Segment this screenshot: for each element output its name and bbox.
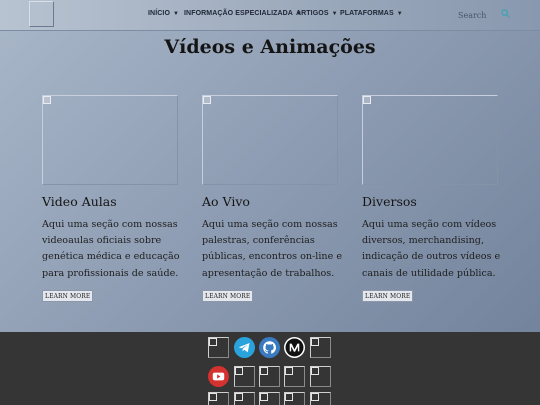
site-logo[interactable] — [29, 1, 54, 27]
nav-item-label: PLATAFORMAS — [340, 10, 394, 17]
broken-image-icon — [363, 96, 371, 104]
chevron-down-icon: ▼ — [173, 11, 180, 17]
card-video-aulas: Video Aulas Aqui uma seção com nossas vi… — [42, 95, 192, 302]
social-link-image[interactable] — [259, 392, 280, 405]
card-image[interactable] — [362, 95, 498, 185]
card-description: Aqui uma seção com nossas videoaulas ofi… — [42, 219, 180, 279]
social-link-image[interactable] — [284, 392, 305, 405]
social-link-image[interactable] — [310, 366, 331, 387]
card-image[interactable] — [202, 95, 338, 185]
top-navigation-bar: INÍCIO ▼ INFORMAÇÃO ESPECIALIZADA ▼ ARTIGO… — [0, 0, 540, 31]
nav-item-label: ARTIGOS — [296, 10, 329, 17]
card-description: Aqui uma seção com nossas palestras, con… — [202, 219, 343, 279]
social-link-image[interactable] — [284, 366, 305, 387]
broken-image-icon — [203, 96, 211, 104]
footer — [0, 332, 540, 405]
broken-image-icon — [43, 96, 51, 104]
nav-item-label: INFORMAÇÃO ESPECIALIZADA — [184, 10, 293, 17]
social-link-image[interactable] — [208, 337, 229, 358]
telegram-icon[interactable] — [234, 337, 255, 358]
learn-more-button[interactable]: LEARN MORE — [42, 289, 94, 302]
nav-item-inicio[interactable]: INÍCIO ▼ — [148, 10, 179, 17]
chevron-down-icon: ▼ — [396, 11, 403, 17]
nav-item-artigos[interactable]: ARTIGOS ▼ — [296, 10, 338, 17]
card-image[interactable] — [42, 95, 178, 185]
page-title: Vídeos e Animações — [164, 36, 376, 58]
search-icon[interactable] — [501, 9, 510, 18]
chevron-down-icon: ▼ — [331, 11, 338, 17]
nav-item-informacao-especializada[interactable]: INFORMAÇÃO ESPECIALIZADA ▼ — [184, 10, 302, 17]
card-title: Diversos — [362, 194, 417, 209]
nav-item-label: INÍCIO — [148, 10, 170, 17]
medium-icon[interactable] — [284, 337, 305, 358]
social-link-image[interactable] — [234, 366, 255, 387]
social-link-image[interactable] — [310, 337, 331, 358]
youtube-icon[interactable] — [208, 366, 229, 387]
card-description: Aqui uma seção com vídeos diversos, merc… — [362, 219, 501, 279]
card-ao-vivo: Ao Vivo Aqui uma seção com nossas palest… — [202, 95, 352, 302]
learn-more-button[interactable]: LEARN MORE — [202, 289, 254, 302]
nav-item-plataformas[interactable]: PLATAFORMAS ▼ — [340, 10, 403, 17]
social-link-image[interactable] — [259, 366, 280, 387]
card-diversos: Diversos Aqui uma seção com vídeos diver… — [362, 95, 512, 302]
social-link-image[interactable] — [208, 392, 229, 405]
social-link-image[interactable] — [234, 392, 255, 405]
social-link-image[interactable] — [310, 392, 331, 405]
learn-more-button[interactable]: LEARN MORE — [362, 289, 414, 302]
card-title: Video Aulas — [42, 194, 117, 209]
card-title: Ao Vivo — [202, 194, 250, 209]
github-icon[interactable] — [259, 337, 280, 358]
